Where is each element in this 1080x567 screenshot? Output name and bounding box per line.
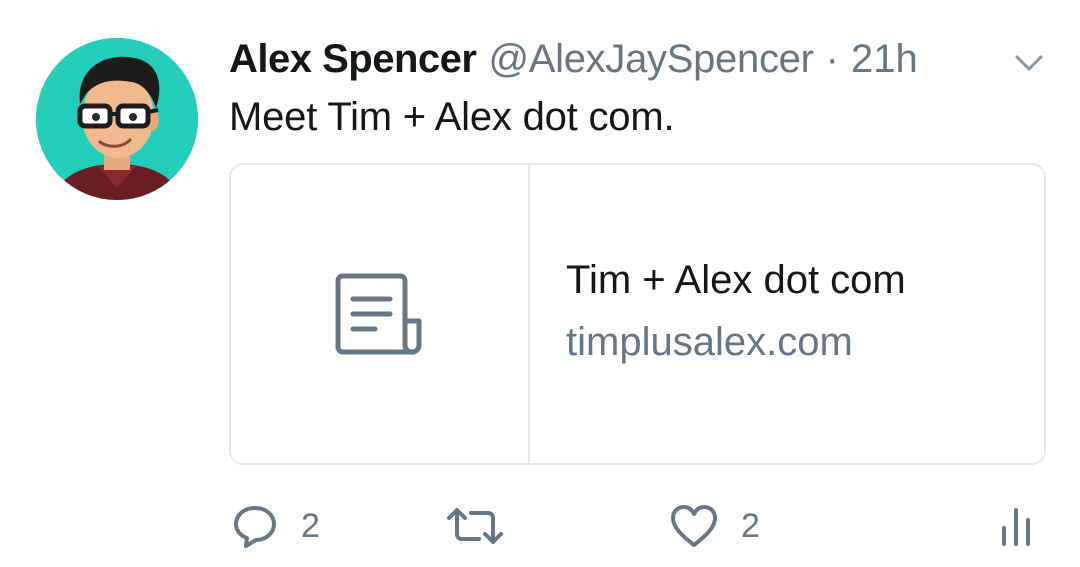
link-card-thumbnail bbox=[231, 165, 530, 463]
tweet-timestamp[interactable]: 21h bbox=[851, 34, 918, 84]
like-count: 2 bbox=[741, 507, 760, 545]
reply-button[interactable]: 2 bbox=[231, 498, 320, 554]
reply-count: 2 bbox=[301, 507, 320, 545]
tweet-header: Alex Spencer @AlexJaySpencer · 21h bbox=[229, 34, 918, 84]
retweet-icon bbox=[447, 508, 503, 544]
heart-icon bbox=[671, 505, 717, 547]
author-handle[interactable]: @AlexJaySpencer bbox=[488, 34, 813, 84]
link-card-domain: timplusalex.com bbox=[566, 320, 853, 364]
tweet-menu-button[interactable] bbox=[1012, 48, 1046, 78]
document-icon bbox=[335, 273, 421, 355]
like-button[interactable]: 2 bbox=[669, 498, 760, 554]
chevron-down-icon bbox=[1015, 55, 1043, 71]
tweet-text: Meet Tim + Alex dot com. bbox=[229, 95, 675, 139]
avatar-illustration bbox=[36, 38, 198, 200]
reply-icon bbox=[234, 506, 276, 548]
analytics-icon bbox=[1002, 508, 1030, 546]
retweet-button[interactable] bbox=[445, 498, 527, 554]
avatar[interactable] bbox=[36, 38, 198, 200]
header-separator: · bbox=[825, 37, 839, 81]
link-card-title: Tim + Alex dot com bbox=[566, 258, 906, 302]
author-name[interactable]: Alex Spencer bbox=[229, 34, 477, 84]
tweet-action-bar: 2 2 bbox=[229, 498, 1044, 554]
link-card[interactable]: Tim + Alex dot com timplusalex.com bbox=[229, 163, 1046, 465]
analytics-button[interactable] bbox=[999, 498, 1033, 554]
link-card-body: Tim + Alex dot com timplusalex.com bbox=[530, 165, 1044, 463]
